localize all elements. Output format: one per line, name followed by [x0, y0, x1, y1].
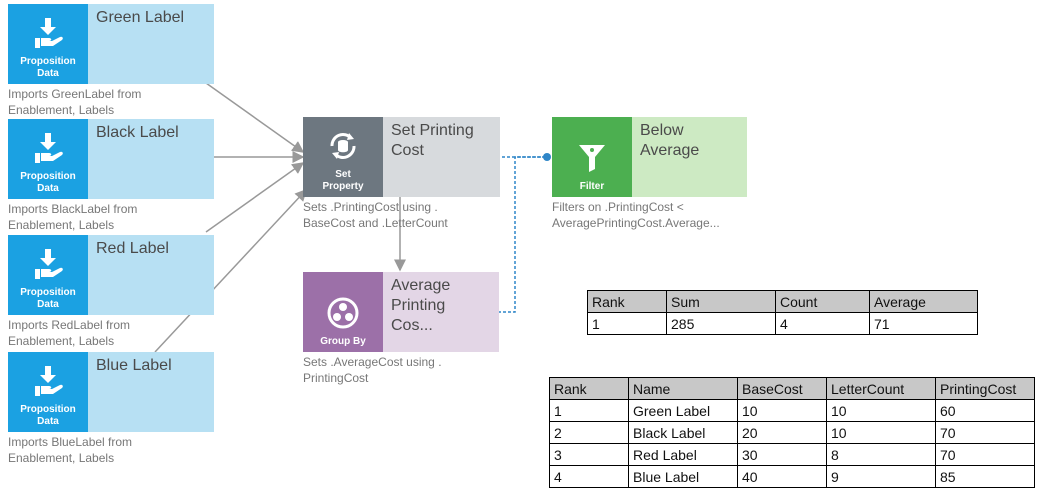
table-cell: 10 — [826, 421, 936, 444]
table-cell: Blue Label — [628, 465, 738, 488]
table-row: 3 Red Label 30 8 70 — [549, 443, 1035, 466]
proposition-data-icon — [35, 366, 63, 396]
summary-table: Rank Sum Count Average 1 285 4 71 — [587, 290, 978, 335]
table-cell: Black Label — [628, 421, 738, 444]
column-header: BaseCost — [737, 377, 827, 400]
icon-caption: Data — [37, 68, 59, 79]
filter-icon-tile: Filter — [552, 117, 632, 197]
node-title: Red Label — [88, 235, 214, 315]
column-header: Rank — [549, 377, 629, 400]
table-cell: 60 — [935, 399, 1035, 422]
node-title: Below Average — [632, 117, 747, 197]
icon-caption: Data — [37, 183, 59, 194]
proposition-data-icon-tile: Proposition Data — [8, 352, 88, 432]
table-cell: 3 — [549, 443, 629, 466]
node-title: Blue Label — [88, 352, 214, 432]
table-cell: 1 — [549, 399, 629, 422]
node-title: Set Printing Cost — [383, 117, 500, 197]
column-header: Name — [628, 377, 738, 400]
icon-caption: Set — [335, 169, 351, 180]
proposition-data-icon-tile: Proposition Data — [8, 119, 88, 199]
node-description: Imports BlackLabel from Enablement, Label… — [8, 202, 138, 232]
table-cell: 85 — [935, 465, 1035, 488]
proposition-data-icon-tile: Proposition Data — [8, 4, 88, 84]
icon-caption: Proposition — [20, 171, 76, 182]
icon-caption: Data — [37, 416, 59, 427]
table-cell: 71 — [869, 312, 978, 335]
table-cell: 70 — [935, 421, 1035, 444]
node-description: Sets .PrintingCost using . BaseCost and .… — [303, 200, 448, 230]
table-cell: 8 — [826, 443, 936, 466]
table-cell: 4 — [549, 465, 629, 488]
group-by-icon — [327, 297, 359, 329]
table-cell: Green Label — [628, 399, 738, 422]
table-row: 4 Blue Label 40 9 85 — [549, 465, 1035, 488]
node-description: Imports RedLabel from Enablement, Labels — [8, 318, 131, 348]
icon-caption: Data — [37, 299, 59, 310]
proposition-data-icon-tile: Proposition Data — [8, 235, 88, 315]
connector-red-to-setprop — [205, 162, 305, 233]
table-header-row: Rank Sum Count Average — [587, 290, 978, 313]
icon-caption: Filter — [579, 181, 605, 192]
proposition-data-icon — [35, 133, 63, 163]
set-property-icon-tile: Set Property — [303, 117, 383, 197]
connector-green-to-setprop — [205, 82, 305, 153]
table-header-row: Rank Name BaseCost LetterCount PrintingC… — [549, 377, 1035, 400]
icon-caption: Group By — [320, 336, 366, 347]
table-cell: 10 — [826, 399, 936, 422]
table-cell: 40 — [737, 465, 827, 488]
table-cell: 2 — [549, 421, 629, 444]
set-property-icon — [330, 133, 356, 159]
column-header: Average — [869, 290, 978, 313]
icon-caption: Proposition — [20, 56, 76, 67]
node-description: Filters on .PrintingCost < AveragePrintin… — [552, 200, 720, 230]
column-header: Rank — [587, 290, 667, 313]
column-header: PrintingCost — [935, 377, 1035, 400]
table-cell: Red Label — [628, 443, 738, 466]
group-by-icon-tile: Group By — [303, 272, 383, 352]
column-header: Sum — [666, 290, 776, 313]
filter-icon — [579, 145, 605, 172]
node-description: Imports GreenLabel from Enablement, Label… — [8, 87, 142, 117]
table-cell: 1 — [587, 312, 667, 335]
proposition-data-icon — [35, 249, 63, 279]
node-description: Sets .AverageCost using . PrintingCost — [303, 355, 442, 385]
table-row: 1 Green Label 10 10 60 — [549, 399, 1035, 422]
column-header: LetterCount — [826, 377, 936, 400]
proposition-data-icon — [35, 18, 63, 48]
table-cell: 10 — [737, 399, 827, 422]
node-title: Average Printing Cos... — [383, 272, 499, 352]
table-cell: 9 — [826, 465, 936, 488]
icon-caption: Proposition — [20, 287, 76, 298]
column-header: Count — [775, 290, 870, 313]
detail-table: Rank Name BaseCost LetterCount PrintingC… — [549, 377, 1035, 488]
connector-groupby-to-filter — [498, 156, 545, 313]
table-row: 2 Black Label 20 10 70 — [549, 421, 1035, 444]
icon-caption: Property — [322, 181, 364, 192]
table-cell: 4 — [775, 312, 870, 335]
table-cell: 20 — [737, 421, 827, 444]
table-cell: 70 — [935, 443, 1035, 466]
node-description: Imports BlueLabel from Enablement, Labels — [8, 435, 133, 465]
table-cell: 30 — [737, 443, 827, 466]
node-title: Black Label — [88, 119, 214, 199]
icon-caption: Proposition — [20, 404, 76, 415]
node-title: Green Label — [88, 4, 214, 84]
table-row: 1 285 4 71 — [587, 312, 978, 335]
table-cell: 285 — [666, 312, 776, 335]
